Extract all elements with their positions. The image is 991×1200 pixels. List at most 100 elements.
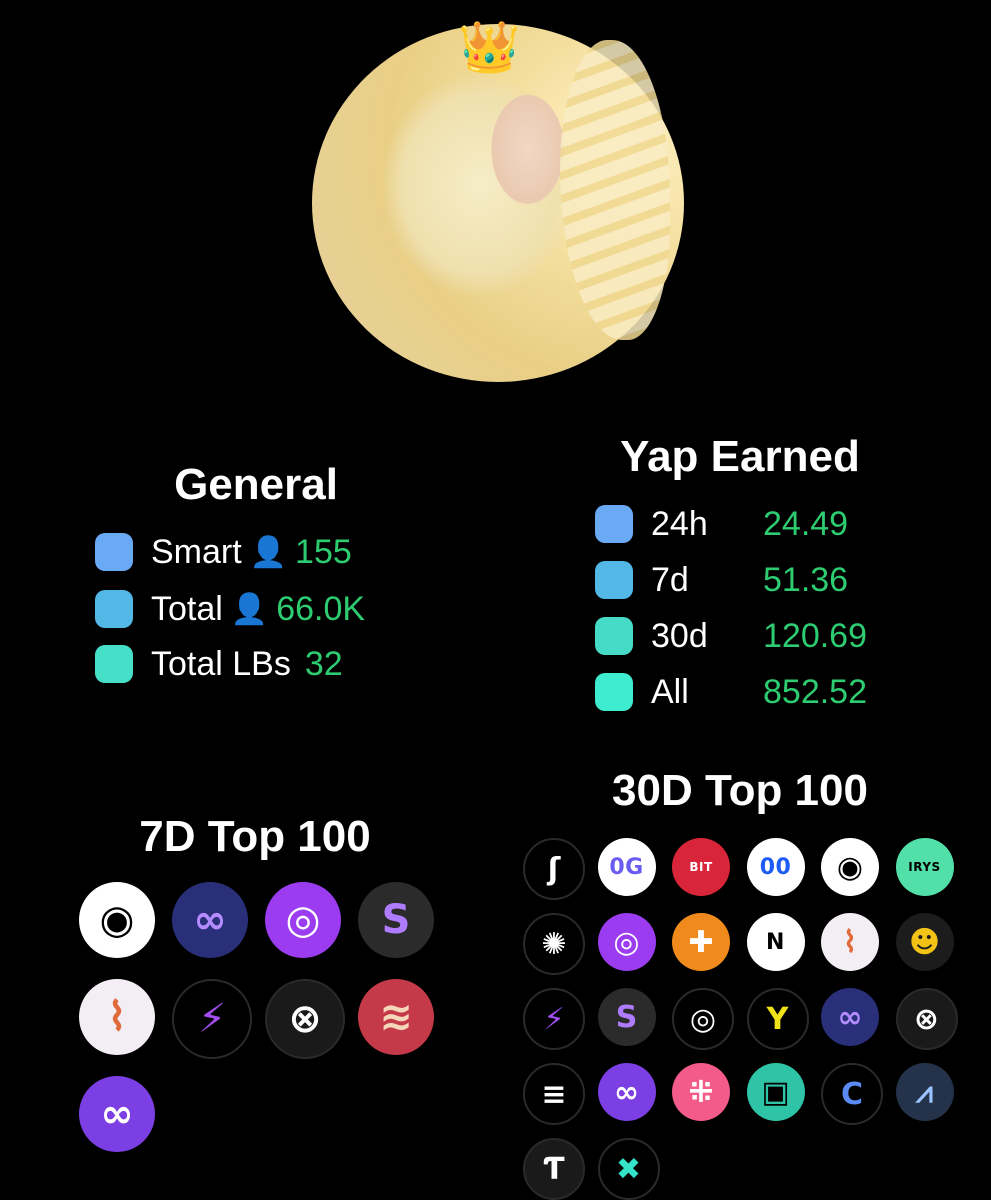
legend-square bbox=[595, 505, 633, 543]
x-cross-logo[interactable]: ✖ bbox=[597, 1138, 660, 1200]
bee-logo[interactable]: ☻ bbox=[895, 913, 954, 971]
swap-s-logo[interactable]: S bbox=[358, 882, 434, 958]
legend-square bbox=[595, 617, 633, 655]
wave-logo[interactable]: ≋ bbox=[358, 979, 434, 1055]
legend-square bbox=[595, 673, 633, 711]
sneaker-logo[interactable]: ⌇ bbox=[79, 979, 155, 1055]
general-row-label: Smart bbox=[151, 532, 242, 571]
yap-earned-title: Yap Earned bbox=[620, 432, 860, 481]
sneaker-logo-glyph: ⌇ bbox=[842, 924, 858, 960]
plus-logo[interactable]: ✚ bbox=[672, 913, 730, 971]
umbrella-logo-glyph: ◉ bbox=[99, 897, 135, 943]
general-row: Total 👤 66.0K bbox=[95, 589, 366, 628]
yap-row-label: All bbox=[651, 672, 689, 711]
umbrella-logo[interactable]: ◉ bbox=[821, 838, 879, 896]
yap-row-value: 120.69 bbox=[763, 616, 867, 655]
plus-logo-glyph: ✚ bbox=[688, 924, 714, 960]
sneaker-logo-glyph: ⌇ bbox=[107, 994, 127, 1040]
ring-logo-glyph: ◎ bbox=[285, 897, 321, 943]
general-row: Total LBs 32 bbox=[95, 644, 343, 683]
general-row-label: Total bbox=[151, 589, 223, 628]
legend-square bbox=[595, 561, 633, 599]
crown-icon: 👑 bbox=[458, 19, 521, 75]
yap-row-label: 7d bbox=[651, 560, 689, 599]
general-title: General bbox=[174, 460, 338, 509]
f-logo[interactable]: Ƭ bbox=[523, 1138, 585, 1200]
yap-row-value: 852.52 bbox=[763, 672, 867, 711]
person-icon: 👤 bbox=[249, 535, 288, 569]
yap-row: 7d 51.36 bbox=[595, 560, 849, 599]
flame-logo-glyph: ʃ bbox=[547, 851, 561, 887]
swap-s-logo[interactable]: S bbox=[597, 988, 656, 1046]
infinity-logo-glyph: ∞ bbox=[193, 897, 227, 943]
arbitrum-logo-glyph: ⩘ bbox=[916, 1074, 933, 1110]
yap-row-label: 30d bbox=[651, 616, 708, 655]
swap-s-logo-glyph: S bbox=[381, 897, 411, 943]
near-logo-glyph: N bbox=[766, 929, 785, 955]
bolt-logo[interactable]: ⚡ bbox=[172, 979, 252, 1059]
bee-logo-glyph: ☻ bbox=[908, 924, 941, 960]
top30-title: 30D Top 100 bbox=[612, 766, 868, 815]
ring-logo-glyph: ◎ bbox=[613, 924, 640, 960]
yap-row-value: 51.36 bbox=[763, 560, 849, 599]
bit-logo[interactable]: BIT bbox=[672, 838, 730, 896]
bolt-logo-glyph: ⚡ bbox=[543, 1001, 565, 1037]
bit-logo-glyph: BIT bbox=[689, 860, 713, 874]
ring-logo[interactable]: ◎ bbox=[597, 913, 656, 971]
sneaker-logo[interactable]: ⌇ bbox=[821, 913, 879, 971]
legend-square bbox=[95, 645, 133, 683]
bolt-logo-glyph: ⚡ bbox=[197, 996, 227, 1042]
near-logo[interactable]: N bbox=[746, 913, 805, 971]
arbitrum-logo[interactable]: ⩘ bbox=[895, 1063, 954, 1121]
irys-logo-glyph: IRYS bbox=[908, 860, 941, 874]
swap-s-logo-glyph: S bbox=[615, 999, 638, 1035]
og-logo[interactable]: 0G bbox=[597, 838, 656, 896]
target-logo[interactable]: ◎ bbox=[672, 988, 734, 1050]
general-row-value: 32 bbox=[304, 644, 343, 683]
dots-logo[interactable]: ⁜ bbox=[672, 1063, 730, 1121]
yap-row: All 852.52 bbox=[595, 672, 867, 711]
robot-logo[interactable]: 00 bbox=[746, 838, 805, 896]
x-grid-logo-glyph: ⊗ bbox=[288, 996, 322, 1042]
general-row-value: 155 bbox=[295, 532, 352, 571]
polygon-logo[interactable]: ∞ bbox=[597, 1063, 656, 1121]
umbrella-logo[interactable]: ◉ bbox=[79, 882, 155, 958]
infinity-logo-glyph: ∞ bbox=[837, 999, 863, 1035]
polygon-logo-glyph: ∞ bbox=[614, 1074, 639, 1110]
legend-square bbox=[95, 533, 133, 571]
x-grid-logo[interactable]: ⊗ bbox=[895, 988, 958, 1050]
stripes-logo[interactable]: ≡ bbox=[523, 1063, 585, 1125]
yap-row-label: 24h bbox=[651, 504, 708, 543]
yap-row: 30d 120.69 bbox=[595, 616, 867, 655]
block-logo[interactable]: ▣ bbox=[746, 1063, 805, 1121]
bolt-logo[interactable]: ⚡ bbox=[523, 988, 585, 1050]
ring-logo[interactable]: ◎ bbox=[265, 882, 341, 958]
flame-logo[interactable]: ʃ bbox=[523, 838, 585, 900]
x-cross-logo-glyph: ✖ bbox=[615, 1151, 642, 1187]
umbrella-logo-glyph: ◉ bbox=[836, 849, 864, 885]
burst-logo-glyph: ✺ bbox=[541, 926, 567, 962]
og-logo-glyph: 0G bbox=[609, 854, 644, 880]
irys-logo[interactable]: IRYS bbox=[895, 838, 954, 896]
general-row-value: 66.0K bbox=[276, 589, 366, 628]
legend-square bbox=[95, 590, 133, 628]
stripes-logo-glyph: ≡ bbox=[541, 1076, 567, 1112]
polygon-logo[interactable]: ∞ bbox=[79, 1076, 155, 1152]
general-row: Smart 👤 155 bbox=[95, 532, 352, 571]
general-row-label: Total LBs bbox=[151, 644, 291, 683]
wave-logo-glyph: ≋ bbox=[379, 994, 413, 1040]
infinity-logo[interactable]: ∞ bbox=[172, 882, 248, 958]
y-logo[interactable]: Y bbox=[746, 988, 809, 1050]
yap-row-value: 24.49 bbox=[763, 504, 849, 543]
polygon-logo-glyph: ∞ bbox=[100, 1091, 134, 1137]
c-arc-logo-glyph: C bbox=[840, 1076, 864, 1112]
infinity-logo[interactable]: ∞ bbox=[821, 988, 879, 1046]
x-grid-logo-glyph: ⊗ bbox=[913, 1001, 940, 1037]
top7-title: 7D Top 100 bbox=[139, 812, 371, 861]
block-logo-glyph: ▣ bbox=[761, 1074, 790, 1110]
x-grid-logo[interactable]: ⊗ bbox=[265, 979, 345, 1059]
c-arc-logo[interactable]: C bbox=[821, 1063, 883, 1125]
burst-logo[interactable]: ✺ bbox=[523, 913, 585, 975]
f-logo-glyph: Ƭ bbox=[543, 1151, 565, 1187]
target-logo-glyph: ◎ bbox=[689, 1001, 717, 1037]
